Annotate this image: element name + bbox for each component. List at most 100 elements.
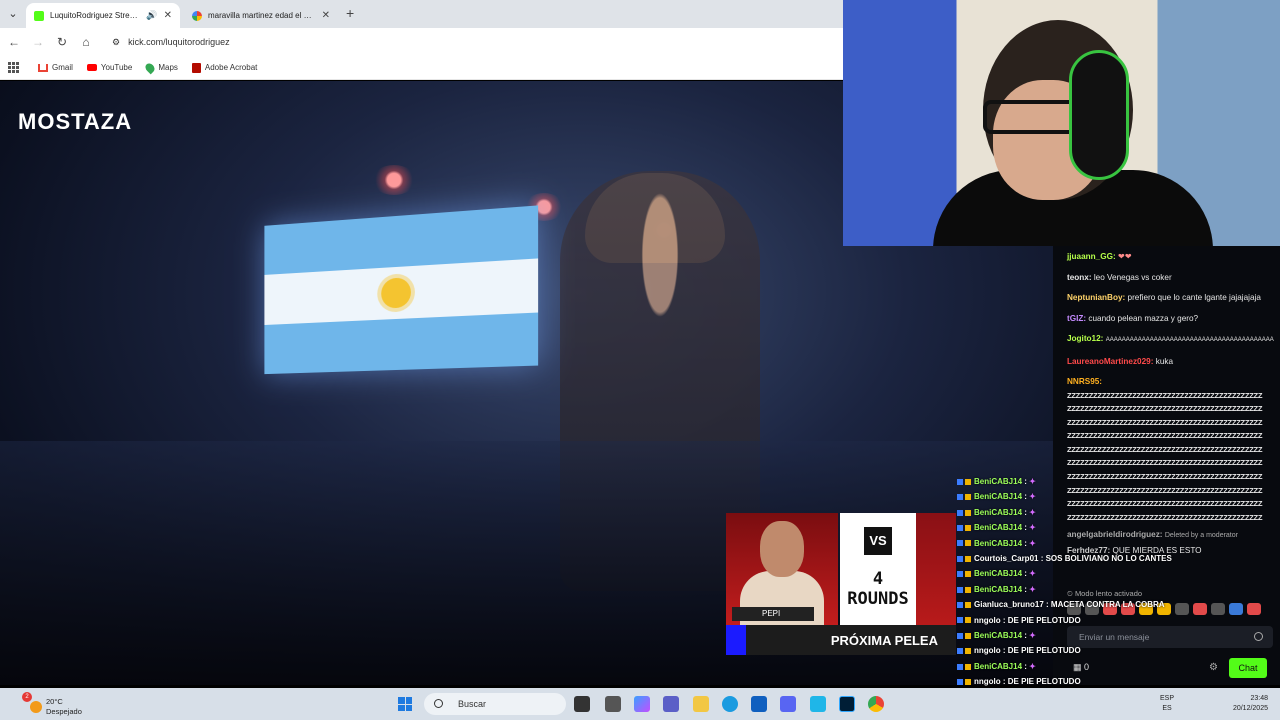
overlay-chat-username: BeniCABJ14 [974, 569, 1023, 579]
edge-icon[interactable] [722, 696, 738, 712]
tab-active[interactable]: LuquitoRodriguez Stream 🔊 ✕ [26, 3, 180, 28]
maps-icon [143, 61, 157, 74]
photoshop-icon[interactable] [839, 696, 855, 712]
file-explorer-icon[interactable] [693, 696, 709, 712]
badge-icon [957, 663, 963, 670]
bookmark-label: Maps [158, 63, 178, 72]
google-favicon-icon [192, 10, 202, 21]
emote-icon[interactable] [1175, 603, 1189, 615]
badge-icon [965, 602, 971, 609]
separator: : [1043, 600, 1051, 610]
chat-message-input[interactable]: Enviar un mensaje [1067, 626, 1273, 648]
reload-icon[interactable]: ↻ [50, 35, 74, 49]
tab-inactive[interactable]: maravilla martinez edad el que ✕ [184, 3, 338, 28]
bookmark-maps[interactable]: Maps [143, 61, 178, 74]
fighter-photo: PEPI [726, 513, 838, 625]
emote-icon[interactable] [1229, 603, 1243, 615]
separator: : [1000, 677, 1008, 687]
task-view-icon[interactable] [574, 696, 590, 712]
overlay-chat-line: BeniCABJ14 : ✦ [957, 582, 1087, 597]
chat-z-spam: ZZZZZZZZZZZZZZZZZZZZZZZZZZZZZZZZZZZZZZZZ… [1067, 390, 1263, 522]
tab-search-button[interactable]: ⌄ [4, 5, 22, 23]
temperature: 20°C [46, 697, 63, 706]
bookmark-label: Gmail [52, 63, 73, 72]
emote-icon: ✦ [1029, 477, 1036, 486]
mostaza-logo: MOSTAZA [18, 109, 133, 134]
emote-icon: ✦ [1029, 630, 1036, 640]
overlay-chat-line: BeniCABJ14 : ✦ [957, 505, 1087, 520]
address-bar[interactable]: ⚙ kick.com/luquitorodriguez [104, 32, 836, 52]
taskbar-search[interactable]: Buscar [424, 693, 566, 715]
speaker-icon[interactable]: 🔊 [146, 10, 157, 21]
emoji-icon[interactable] [1254, 632, 1263, 641]
overlay-chat-username: Gianluca_bruno17 [974, 600, 1044, 610]
widgets-icon[interactable] [605, 696, 621, 712]
close-tab-icon[interactable]: ✕ [322, 10, 330, 21]
chat-username[interactable]: Jogito12: [1067, 334, 1103, 343]
overlay-chat: BeniCABJ14 : ✦ BeniCABJ14 : ✦ BeniCABJ14 :… [957, 474, 1172, 720]
fighter2-photo [916, 513, 956, 625]
language-indicator[interactable]: ESP ES [1160, 694, 1174, 714]
close-tab-icon[interactable]: ✕ [164, 10, 172, 21]
emote-icon: ✦ [1029, 523, 1036, 533]
badge-icon [957, 632, 963, 639]
overlay-chat-text: DE PIE PELOTUDO [1007, 646, 1081, 656]
chrome-icon[interactable] [868, 696, 884, 712]
overlay-chat-username: BeniCABJ14 [974, 584, 1023, 594]
overlay-chat-username: nngolo [974, 677, 1001, 687]
discord-icon[interactable] [780, 696, 796, 712]
overlay-chat-line: BeniCABJ14 : ✦ [957, 628, 1087, 643]
gmail-icon [38, 63, 48, 72]
badge-icon [965, 478, 971, 485]
overlay-chat-username: BeniCABJ14 [974, 630, 1023, 640]
chat-username[interactable]: jjuaann_GG: [1067, 252, 1116, 261]
overlay-chat-line: nngolo : DE PIE PELOTUDO [957, 643, 1087, 658]
chat-username[interactable]: LaureanoMartinez029: [1067, 357, 1153, 366]
bookmark-youtube[interactable]: YouTube [86, 63, 132, 72]
copilot-icon[interactable] [634, 696, 650, 712]
apps-grid-icon[interactable] [8, 61, 20, 74]
overlay-chat-username: BeniCABJ14 [974, 661, 1023, 671]
store-icon[interactable] [751, 696, 767, 712]
next-fight-banner: PRÓXIMA PELEA [726, 625, 956, 655]
overlay-chat-username: BeniCABJ14 [974, 477, 1023, 486]
chat-username[interactable]: teonx: [1067, 273, 1092, 282]
chat-settings-gear-icon[interactable]: ⚙ [1209, 662, 1218, 673]
emote-icon[interactable] [1193, 603, 1207, 615]
badge-icon [957, 509, 963, 516]
bookmark-adobe-acrobat[interactable]: Adobe Acrobat [191, 62, 257, 73]
chat-message: Jogito12: AAAAAAAAAAAAAAAAAAAAAAAAAAAAAA… [1053, 332, 1280, 348]
browser-toolbar: ← → ↻ ⌂ ⚙ kick.com/luquitorodriguez [0, 28, 843, 56]
send-chat-button[interactable]: Chat [1229, 658, 1267, 678]
new-tab-icon[interactable]: + [346, 5, 354, 21]
badge-icon [965, 632, 971, 639]
chat-username[interactable]: NNRS95: [1067, 377, 1102, 386]
heart-emote-icon: ❤❤ [1117, 252, 1132, 261]
chat-username[interactable]: NeptunianBoy: [1067, 293, 1125, 302]
app-icon[interactable] [810, 696, 826, 712]
windows-start-icon[interactable] [398, 697, 412, 711]
bookmark-gmail[interactable]: Gmail [38, 63, 73, 72]
sun-of-may-icon [381, 277, 411, 309]
chat-username[interactable]: tGIZ: [1067, 314, 1086, 323]
back-icon[interactable]: ← [2, 35, 26, 49]
overlay-chat-line: nngolo : DE PIE PELOTUDO [957, 613, 1087, 628]
banner-accent [726, 625, 746, 655]
weather-sun-icon [30, 701, 42, 713]
forward-icon[interactable]: → [26, 35, 50, 49]
lang-primary: ESP [1160, 695, 1175, 702]
tab-title: maravilla martinez edad el que [208, 11, 316, 20]
overlay-chat-username: BeniCABJ14 [974, 492, 1023, 502]
overlay-chat-line: BeniCABJ14 : ✦ [957, 520, 1087, 535]
emote-icon[interactable] [1247, 603, 1261, 615]
system-clock[interactable]: 23:48 20/12/2025 [1220, 694, 1268, 714]
home-icon[interactable]: ⌂ [74, 35, 98, 49]
overlay-chat-line: BeniCABJ14 : ✦ [957, 474, 1087, 489]
emote-icon[interactable] [1211, 603, 1225, 615]
site-info-icon[interactable]: ⚙ [112, 37, 120, 48]
emote-icon: ✦ [1029, 584, 1036, 594]
chat-text: AAAAAAAAAAAAAAAAAAAAAAAAAAAAAAAAAAAAAAAA… [1105, 337, 1274, 343]
teams-icon[interactable] [663, 696, 679, 712]
next-fight-label: PRÓXIMA PELEA [830, 633, 938, 648]
rounds-label: 4 ROUNDS [847, 569, 909, 609]
